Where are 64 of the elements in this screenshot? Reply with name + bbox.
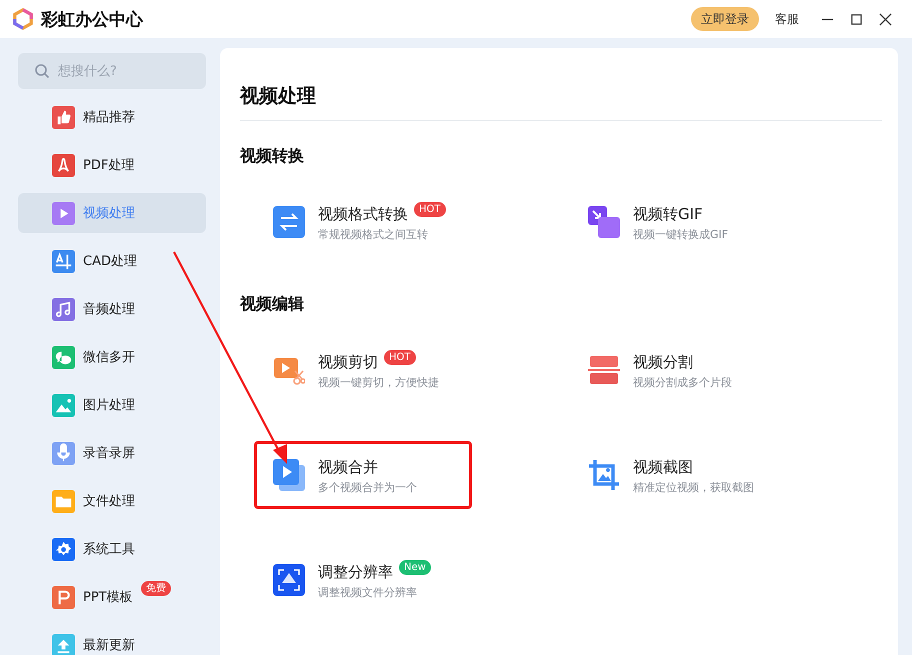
tool-name: 视频转GIF [633, 205, 703, 224]
sidebar-item[interactable]: 微信多开 [18, 337, 206, 377]
tool-card[interactable]: 视频格式转换 HOT 常规视频格式之间互转 [254, 188, 472, 256]
tool-description: 常规视频格式之间互转 [318, 227, 429, 242]
sidebar-item[interactable]: 精品推荐 [18, 97, 206, 137]
sidebar-item[interactable]: PDF处理 [18, 145, 206, 185]
sidebar-item[interactable]: 音频处理 [18, 289, 206, 329]
page-title: 视频处理 [240, 84, 317, 109]
tool-card[interactable]: 调整分辨率 New 调整视频文件分辨率 [254, 546, 472, 614]
tool-card[interactable]: 视频截图 精准定位视频，获取截图 [569, 441, 787, 509]
category-icon [52, 442, 75, 464]
category-icon [52, 634, 75, 655]
tool-description: 多个视频合并为一个 [318, 480, 417, 495]
tool-name: 调整分辨率 [318, 563, 393, 582]
logo-icon [12, 8, 34, 30]
tool-name: 视频格式转换 [318, 205, 408, 224]
tool-description: 精准定位视频，获取截图 [633, 480, 754, 495]
category-icon [52, 298, 75, 320]
tool-name: 视频合并 [318, 458, 378, 477]
tool-description: 视频一键剪切，方便快捷 [318, 375, 439, 390]
tool-description: 视频分割成多个片段 [633, 375, 732, 390]
tool-card[interactable]: 视频分割 视频分割成多个片段 [569, 336, 787, 404]
sidebar-item[interactable]: 系统工具 [18, 529, 206, 569]
tool-card[interactable]: 视频剪切 HOT 视频一键剪切，方便快捷 [254, 336, 472, 404]
tag-badge: HOT [414, 202, 446, 217]
tool-icon [273, 206, 305, 238]
login-button[interactable]: 立即登录 [691, 7, 759, 31]
category-icon [52, 154, 75, 176]
tool-card[interactable]: 视频转GIF 视频一键转换成GIF [569, 188, 787, 256]
sidebar-item[interactable]: 文件处理 [18, 481, 206, 521]
app-title: 彩虹办公中心 [41, 8, 143, 30]
sidebar-item[interactable]: CAD处理 [18, 241, 206, 281]
free-badge: 免费 [141, 581, 171, 596]
sidebar-item[interactable]: 图片处理 [18, 385, 206, 425]
tool-name: 视频剪切 [318, 353, 378, 372]
category-icon [52, 394, 75, 416]
maximize-icon[interactable] [850, 12, 863, 26]
search-field[interactable]: 想搜什么? [18, 53, 206, 89]
tag-badge: HOT [384, 350, 416, 365]
tool-description: 视频一键转换成GIF [633, 227, 728, 242]
sidebar-item[interactable]: 最新更新 [18, 625, 206, 655]
tool-icon [273, 459, 305, 491]
sidebar-item[interactable]: PPT模板 免费 [18, 577, 206, 617]
tool-icon [588, 354, 620, 386]
category-icon [52, 346, 75, 368]
category-icon [52, 202, 75, 224]
tool-icon [588, 459, 620, 491]
tool-name: 视频分割 [633, 353, 693, 372]
section-title: 视频转换 [240, 146, 305, 167]
tool-name: 视频截图 [633, 458, 693, 477]
tag-badge: New [399, 560, 431, 575]
category-icon [52, 538, 75, 560]
tool-icon [273, 564, 305, 596]
close-icon[interactable] [879, 12, 892, 26]
tool-icon [588, 206, 620, 238]
tool-description: 调整视频文件分辨率 [318, 585, 418, 600]
tool-card[interactable]: 视频合并 多个视频合并为一个 [254, 441, 472, 509]
category-icon [52, 586, 75, 608]
category-icon [52, 106, 75, 128]
category-icon [52, 250, 75, 272]
section-title: 视频编辑 [240, 294, 305, 315]
service-link[interactable]: 客服 [775, 10, 799, 28]
category-icon [52, 490, 75, 512]
sidebar-item[interactable]: 录音录屏 [18, 433, 206, 473]
